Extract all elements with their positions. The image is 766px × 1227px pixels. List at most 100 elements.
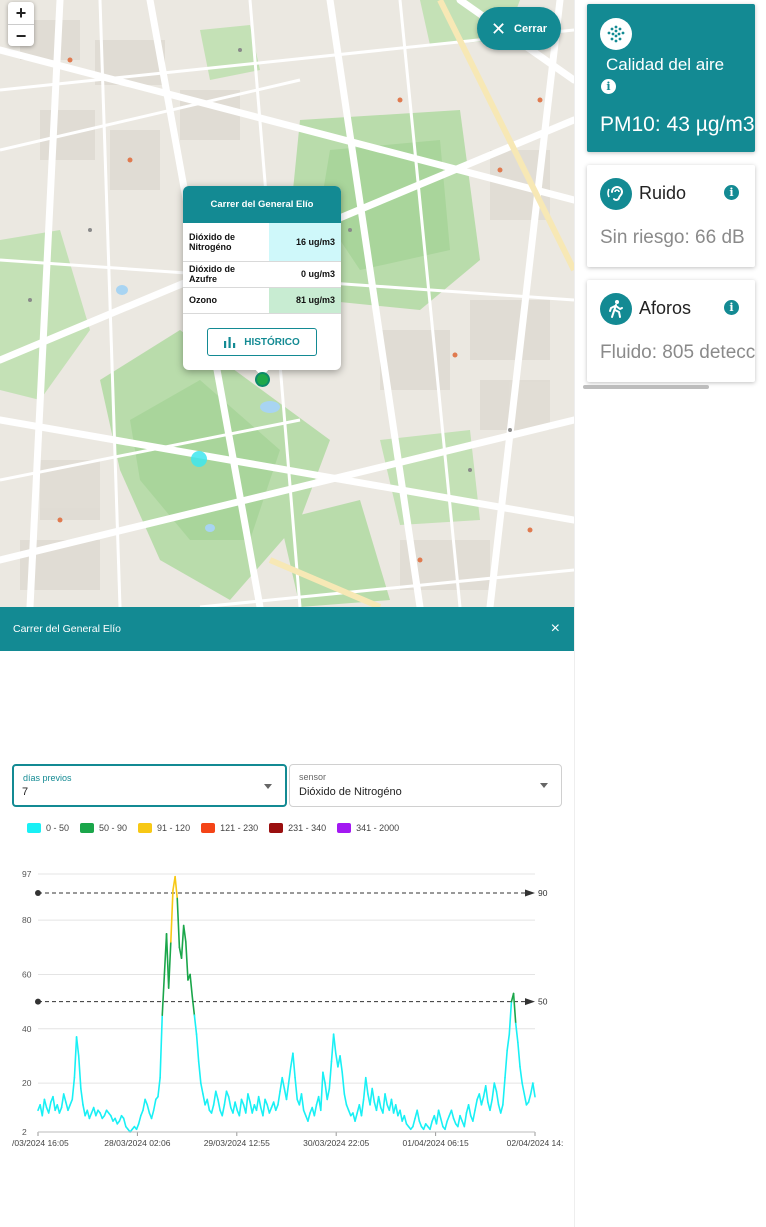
series-segment xyxy=(416,1109,421,1122)
legend-item[interactable]: 341 - 2000 xyxy=(337,823,399,833)
noise-title: Ruido xyxy=(639,183,687,203)
series-segment xyxy=(514,1022,519,1044)
series-segment xyxy=(167,941,172,989)
series-segment xyxy=(159,1014,164,1079)
legend-item[interactable]: 121 - 230 xyxy=(201,823,258,833)
map-view[interactable]: + − ✕ Cerrar Carrer del General Elío Dió… xyxy=(0,0,574,607)
series-segment xyxy=(354,1112,358,1122)
legend-item[interactable]: 50 - 90 xyxy=(80,823,127,833)
series-segment xyxy=(446,1114,451,1122)
series-segment xyxy=(480,1095,485,1106)
series-segment xyxy=(285,1082,290,1101)
air-quality-card[interactable]: Calidad del aire i PM10: 43 µg/m3 xyxy=(587,4,755,152)
series-segment xyxy=(450,1109,455,1120)
legend-label: 341 - 2000 xyxy=(356,823,400,833)
series-segment xyxy=(206,1098,211,1112)
series-segment xyxy=(221,1104,226,1117)
series-segment xyxy=(247,1093,251,1103)
chart-legend: 0 - 50 50 - 90 91 - 120 121 - 230 231 - … xyxy=(27,823,399,833)
legend-label: 91 - 120 xyxy=(157,823,191,833)
pollutant-value: 81 ug/m3 xyxy=(269,287,341,314)
legend-swatch xyxy=(337,823,352,833)
sensor-select-label: sensor xyxy=(299,772,327,782)
series-segment xyxy=(341,1071,346,1095)
legend-item[interactable]: 91 - 120 xyxy=(138,823,190,833)
y-tick-label: 97 xyxy=(22,869,32,879)
close-map-button[interactable]: ✕ Cerrar xyxy=(477,7,561,50)
series-segment xyxy=(495,1090,500,1106)
info-icon[interactable]: i xyxy=(724,300,739,315)
series-segment xyxy=(364,1076,369,1095)
flow-title: Aforos xyxy=(639,298,692,318)
legend-item[interactable]: 0 - 50 xyxy=(27,823,69,833)
threshold-label: 50 xyxy=(538,997,548,1007)
sensor-select[interactable]: sensor Dióxido de Nitrogéno xyxy=(289,764,562,807)
series-segment xyxy=(287,1066,292,1084)
legend-label: 231 - 340 xyxy=(288,823,327,833)
series-segment xyxy=(281,1076,286,1090)
y-tick-label: 40 xyxy=(22,1024,32,1034)
pedestrian-icon xyxy=(600,293,632,325)
series-segment xyxy=(180,924,185,959)
series-segment xyxy=(523,1093,528,1106)
days-select[interactable]: días previos 7 xyxy=(12,764,287,807)
series-segment xyxy=(240,1098,245,1106)
series-segment xyxy=(202,1093,206,1106)
series-segment xyxy=(77,1055,82,1090)
series-segment xyxy=(403,1114,408,1125)
series-segment xyxy=(418,1120,423,1128)
series-segment xyxy=(152,1098,157,1112)
series-segment xyxy=(412,1117,416,1128)
flow-value: Fluido: 805 detecciones xyxy=(600,342,755,363)
series-segment xyxy=(80,1087,84,1106)
zoom-in-button[interactable]: + xyxy=(8,2,34,24)
legend-swatch xyxy=(138,823,153,833)
station-marker[interactable] xyxy=(255,372,270,387)
zoom-out-button[interactable]: − xyxy=(8,24,34,46)
historico-label: HISTÓRICO xyxy=(244,336,300,348)
series-segment xyxy=(62,1093,67,1103)
info-icon[interactable]: i xyxy=(601,79,616,94)
series-segment xyxy=(88,1112,93,1120)
series-segment xyxy=(502,1076,506,1106)
pedestrian-flow-card[interactable]: Aforos i Fluido: 805 detecciones xyxy=(587,280,755,382)
legend-item[interactable]: 231 - 340 xyxy=(269,823,326,833)
info-icon[interactable]: i xyxy=(724,185,739,200)
series-segment xyxy=(463,1112,468,1128)
series-segment xyxy=(300,1093,305,1112)
legend-swatch xyxy=(269,823,284,833)
series-segment xyxy=(313,1104,318,1117)
series-segment xyxy=(294,1076,299,1101)
x-tick-label: 30/03/2024 22:05 xyxy=(303,1138,369,1148)
historico-button[interactable]: HISTÓRICO xyxy=(207,328,317,356)
series-segment xyxy=(144,1098,149,1106)
popup-title: Carrer del General Elío xyxy=(183,186,341,223)
series-segment xyxy=(339,1055,343,1074)
series-segment xyxy=(75,1036,80,1057)
close-panel-button[interactable]: × xyxy=(551,620,560,638)
no2-history-chart: 2 20 40 60 80 97/03/2024 16:05 28/03/2024 02:0… xyxy=(12,869,563,1148)
series-segment xyxy=(217,1098,221,1112)
legend-swatch xyxy=(201,823,216,833)
horizontal-scrollbar[interactable] xyxy=(583,385,709,389)
series-segment xyxy=(512,992,517,1025)
series-segment xyxy=(150,1109,155,1120)
series-segment xyxy=(360,1098,365,1117)
series-segment xyxy=(161,973,166,1017)
series-segment xyxy=(210,1104,215,1114)
series-segment xyxy=(69,1098,74,1106)
legend-swatch xyxy=(27,823,41,833)
series-segment xyxy=(382,1093,386,1114)
series-segment xyxy=(493,1082,498,1093)
zoom-controls: + − xyxy=(8,2,34,46)
app-root: + − ✕ Cerrar Carrer del General Elío Dió… xyxy=(0,0,766,1227)
threshold-arrow xyxy=(525,998,535,1006)
series-segment xyxy=(519,1066,523,1084)
y-tick-label: 80 xyxy=(22,915,32,925)
close-icon: ✕ xyxy=(490,18,507,39)
series-segment xyxy=(142,1098,146,1112)
x-tick-label: 29/03/2024 12:55 xyxy=(204,1138,270,1148)
station-marker[interactable] xyxy=(191,451,207,467)
noise-card[interactable]: Ruido i Sin riesgo: 66 dB xyxy=(587,165,755,267)
series-segment xyxy=(193,1014,198,1036)
